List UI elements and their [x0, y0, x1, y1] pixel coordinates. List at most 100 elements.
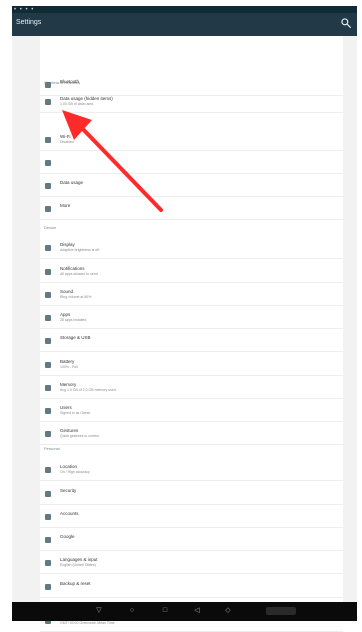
- settings-item[interactable]: More: [40, 200, 343, 220]
- language-icon: [45, 560, 51, 566]
- battery-icon: [45, 362, 51, 368]
- settings-item-subtitle: Quick gestures to control: [60, 434, 99, 438]
- settings-item-title: Wi-Fi: [60, 134, 71, 139]
- app-title: Settings: [16, 19, 42, 26]
- settings-item[interactable]: Notifications All apps allowed to send: [40, 263, 343, 283]
- security-icon: [45, 491, 51, 497]
- settings-item[interactable]: Gestures Quick gestures to control: [40, 425, 343, 445]
- settings-item-title: Sound: [60, 289, 74, 294]
- divider: [40, 112, 343, 113]
- settings-item-title: Bluetooth: [60, 79, 80, 84]
- settings-item-title: Backup & reset: [60, 581, 91, 586]
- nav-back-icon[interactable]: ▽: [94, 606, 104, 616]
- settings-item-title: Memory: [60, 382, 77, 387]
- settings-item-subtitle: Adaptive brightness is off: [60, 248, 100, 252]
- settings-item[interactable]: Data usage (hidden items) 1.00 GB of data…: [40, 93, 343, 113]
- divider: [40, 196, 343, 197]
- settings-item-title: Display: [60, 242, 75, 247]
- search-icon[interactable]: [339, 16, 353, 30]
- divider: [40, 375, 343, 376]
- notifications-icon: [45, 269, 51, 275]
- settings-item-subtitle: 100% - Full: [60, 365, 78, 369]
- settings-item-subtitle: Signed in as Owner: [60, 411, 91, 415]
- settings-item-subtitle: Disabled: [60, 140, 74, 144]
- apps-icon: [45, 315, 51, 321]
- settings-item-title: Gestures: [60, 428, 79, 433]
- settings-item-title: Languages & input: [60, 557, 98, 562]
- settings-item[interactable]: Data usage: [40, 177, 343, 197]
- settings-item-title: Storage & USB: [60, 335, 91, 340]
- settings-item-subtitle: English (United States): [60, 563, 96, 567]
- settings-item[interactable]: Wi-Fi Disabled: [40, 131, 343, 151]
- divider: [40, 527, 343, 528]
- gestures-icon: [45, 431, 51, 437]
- display-icon: [45, 245, 51, 251]
- settings-item[interactable]: Languages & input English (United States): [40, 554, 343, 574]
- wifi-icon: [45, 137, 51, 143]
- sound-icon: [45, 292, 51, 298]
- data-usage-icon: [45, 99, 51, 105]
- storage-icon: [45, 338, 51, 344]
- settings-item[interactable]: Accounts: [40, 508, 343, 528]
- settings-item-subtitle: All apps allowed to send: [60, 272, 98, 276]
- settings-item-title: Location: [60, 464, 78, 469]
- divider: [40, 480, 343, 481]
- settings-content: Wireless & networksDevicePersonalSystemB…: [12, 36, 357, 632]
- settings-item[interactable]: Display Adaptive brightness is off: [40, 239, 343, 259]
- divider: [40, 150, 343, 151]
- settings-item[interactable]: Users Signed in as Owner: [40, 402, 343, 422]
- settings-item-title: Battery: [60, 359, 75, 364]
- bluetooth-icon: [45, 82, 51, 88]
- app-bar: Settings: [12, 13, 357, 36]
- divider: [40, 550, 343, 551]
- nav-recents-icon[interactable]: □: [160, 606, 170, 616]
- divider: [40, 219, 343, 220]
- settings-item[interactable]: Location On / High accuracy: [40, 461, 343, 481]
- section-header: Personal: [44, 446, 60, 451]
- settings-item-title: Users: [60, 405, 72, 410]
- right-gutter: [343, 36, 357, 602]
- bluetooth-icon: [45, 160, 51, 166]
- settings-item[interactable]: Security: [40, 485, 343, 505]
- divider: [40, 504, 343, 505]
- settings-item[interactable]: Apps 28 apps installed: [40, 309, 343, 329]
- section-header: Device: [44, 225, 57, 230]
- nav-home-icon[interactable]: ○: [127, 606, 137, 616]
- divider: [40, 328, 343, 329]
- memory-icon: [45, 385, 51, 391]
- divider: [40, 421, 343, 422]
- nav-bar: ▽ ○ □ ◁ ◇: [12, 602, 357, 621]
- settings-item-title: Data usage: [60, 180, 84, 185]
- divider: [40, 398, 343, 399]
- settings-item-title: Apps: [60, 312, 71, 317]
- settings-item[interactable]: Google: [40, 531, 343, 551]
- settings-item-subtitle: 1.00 GB of data used: [60, 102, 94, 106]
- settings-item-subtitle: Avg 1.0 GB of 2.0 GB memory used: [60, 388, 116, 392]
- nav-pill: [266, 607, 296, 615]
- divider: [40, 573, 343, 574]
- divider: [40, 305, 343, 306]
- nav-extra-icon[interactable]: ◇: [223, 606, 233, 616]
- backup-icon: [45, 584, 51, 590]
- settings-item[interactable]: Battery 100% - Full: [40, 356, 343, 376]
- settings-item[interactable]: Memory Avg 1.0 GB of 2.0 GB memory used: [40, 379, 343, 399]
- settings-item-title: Security: [60, 488, 77, 493]
- settings-item[interactable]: Backup & reset: [40, 578, 343, 598]
- settings-list: Wireless & networksDevicePersonalSystemB…: [40, 36, 343, 632]
- settings-item-title: Accounts: [60, 511, 79, 516]
- settings-item-subtitle: GMT+00:00 Greenwich Mean Time: [60, 621, 115, 625]
- left-gutter: [12, 36, 40, 602]
- divider: [40, 258, 343, 259]
- settings-item-title: More: [60, 203, 71, 208]
- settings-item[interactable]: [40, 154, 343, 174]
- nav-extra-icon[interactable]: ◁: [192, 606, 202, 616]
- divider: [40, 351, 343, 352]
- settings-item-subtitle: Ring volume at 80%: [60, 295, 92, 299]
- settings-item[interactable]: Storage & USB: [40, 332, 343, 352]
- settings-item[interactable]: Sound Ring volume at 80%: [40, 286, 343, 306]
- divider: [40, 444, 343, 445]
- accounts-icon: [45, 514, 51, 520]
- settings-item-subtitle: 28 apps installed: [60, 318, 87, 322]
- data-icon: [45, 183, 51, 189]
- settings-item-title: Notifications: [60, 266, 85, 271]
